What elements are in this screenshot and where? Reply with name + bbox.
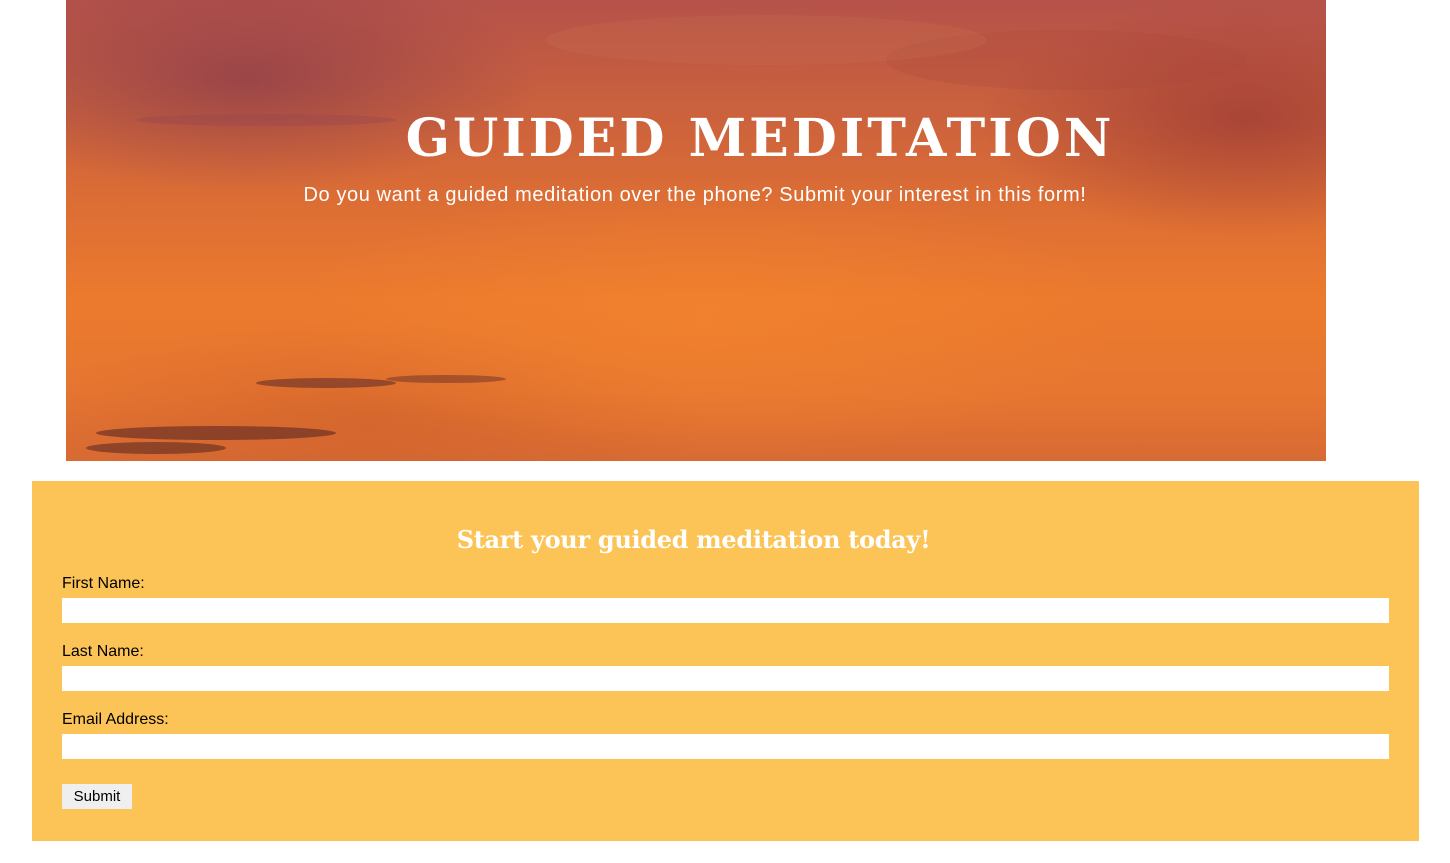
form-heading: Start your guided meditation today! — [456, 525, 931, 554]
first-name-input[interactable] — [62, 598, 1389, 623]
hero-title: GUIDED MEDITATION — [405, 108, 1115, 169]
email-label: Email Address: — [62, 711, 169, 728]
submit-button[interactable]: Submit — [62, 784, 132, 809]
hero-banner: GUIDED MEDITATION Do you want a guided m… — [66, 0, 1326, 461]
email-input[interactable] — [62, 734, 1389, 759]
last-name-input[interactable] — [62, 666, 1389, 691]
hero-subtitle: Do you want a guided meditation over the… — [303, 184, 1087, 206]
first-name-label: First Name: — [62, 575, 145, 592]
sunset-sky-image — [86, 15, 1246, 454]
last-name-label: Last Name: — [62, 643, 144, 660]
